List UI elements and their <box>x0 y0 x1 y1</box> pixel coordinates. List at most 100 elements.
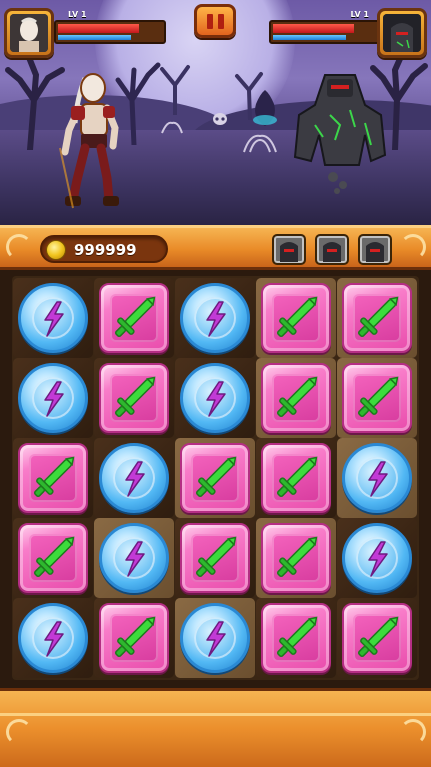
board-cell <box>337 278 417 358</box>
sword-tile[interactable] <box>180 523 250 593</box>
player-status-bars <box>54 20 166 44</box>
ornament-swirl-icon <box>6 234 32 260</box>
sword-icon <box>33 456 75 498</box>
hero-portrait-icon <box>10 14 48 52</box>
lightning-orb[interactable] <box>180 603 250 673</box>
skull-prop <box>213 113 227 125</box>
board-cell <box>256 598 336 678</box>
player-mp-bar <box>58 35 131 40</box>
board-cell <box>13 518 93 598</box>
lightning-orb[interactable] <box>18 283 88 353</box>
pause-icon <box>217 13 224 29</box>
lightning-orb[interactable] <box>99 443 169 513</box>
lightning-bolt-icon <box>206 301 226 337</box>
sword-icon <box>195 536 237 578</box>
sword-tile[interactable] <box>342 363 412 433</box>
enemy-mp-bar <box>273 35 346 40</box>
sword-tile[interactable] <box>342 283 412 353</box>
enemy-status-bars <box>269 20 381 44</box>
lightning-bolt-icon <box>44 381 64 417</box>
sword-tile[interactable] <box>261 603 331 673</box>
lightning-bolt-icon <box>206 621 226 657</box>
dead-tree <box>160 65 190 115</box>
sword-icon <box>276 616 318 658</box>
lightning-orb[interactable] <box>180 283 250 353</box>
player-avatar[interactable] <box>4 8 54 58</box>
match3-board <box>0 270 431 688</box>
sword-icon <box>276 376 318 418</box>
ornament-swirl-icon <box>400 719 426 745</box>
sword-tile[interactable] <box>261 283 331 353</box>
board-cell <box>337 598 417 678</box>
ribcage-prop <box>161 121 183 134</box>
resource-bar: 999999 <box>0 225 431 270</box>
board-cell <box>256 518 336 598</box>
sword-icon <box>114 296 156 338</box>
bottom-frame <box>0 688 431 767</box>
sword-tile[interactable] <box>180 443 250 513</box>
board-cell <box>13 598 93 678</box>
ghost-blue-flame <box>253 90 277 126</box>
board-cell <box>256 438 336 518</box>
board-cell <box>175 438 255 518</box>
coin-amount: 999999 <box>74 241 137 259</box>
lightning-bolt-icon <box>125 461 145 497</box>
lightning-bolt-icon <box>125 541 145 577</box>
enemy-avatar[interactable] <box>377 8 427 58</box>
board-cell <box>13 358 93 438</box>
enemy-queue-slot[interactable] <box>315 234 349 265</box>
sword-tile[interactable] <box>18 523 88 593</box>
enemy-queue-slot[interactable] <box>272 234 306 265</box>
enemy-level: LV 1 <box>350 10 369 19</box>
board-cell <box>94 358 174 438</box>
golem-enemy-icon <box>323 241 341 262</box>
lightning-orb[interactable] <box>342 443 412 513</box>
board-cell <box>175 278 255 358</box>
pause-icon <box>206 13 213 29</box>
golem-enemy-icon <box>280 241 298 262</box>
lightning-orb[interactable] <box>18 603 88 673</box>
sword-icon <box>276 456 318 498</box>
sword-icon <box>195 456 237 498</box>
sword-icon <box>114 376 156 418</box>
pause-button[interactable] <box>194 4 236 38</box>
sword-tile[interactable] <box>99 283 169 353</box>
lightning-bolt-icon <box>44 621 64 657</box>
sword-tile[interactable] <box>261 523 331 593</box>
sword-icon <box>357 616 399 658</box>
board-cell <box>337 438 417 518</box>
lightning-bolt-icon <box>368 461 388 497</box>
lightning-bolt-icon <box>206 381 226 417</box>
ornament-swirl-icon <box>6 719 32 745</box>
sword-tile[interactable] <box>18 443 88 513</box>
board-cell <box>94 438 174 518</box>
sword-tile[interactable] <box>261 443 331 513</box>
coin-counter[interactable]: 999999 <box>40 235 168 263</box>
sword-icon <box>33 536 75 578</box>
board-cell <box>94 278 174 358</box>
sword-tile[interactable] <box>99 363 169 433</box>
lightning-orb[interactable] <box>99 523 169 593</box>
enemy-queue-slot[interactable] <box>358 234 392 265</box>
enemy-hp-bar <box>273 24 355 33</box>
ribcage-prop <box>243 134 277 153</box>
board-cell <box>175 598 255 678</box>
ornament-swirl-icon <box>400 234 426 260</box>
sword-tile[interactable] <box>99 603 169 673</box>
sword-icon <box>357 376 399 418</box>
board-cell <box>13 438 93 518</box>
board-cell <box>256 358 336 438</box>
golem-portrait-icon <box>383 14 421 52</box>
player-level: LV 1 <box>68 10 87 19</box>
battle-scene: LV 1 LV 1 <box>0 0 431 225</box>
board-cell <box>175 518 255 598</box>
lightning-orb[interactable] <box>342 523 412 593</box>
sword-tile[interactable] <box>261 363 331 433</box>
sword-tile[interactable] <box>342 603 412 673</box>
hero-character <box>59 73 119 209</box>
lightning-orb[interactable] <box>18 363 88 433</box>
sword-icon <box>114 616 156 658</box>
board-cell <box>13 278 93 358</box>
lightning-orb[interactable] <box>180 363 250 433</box>
golem-enemy-icon <box>366 241 384 262</box>
